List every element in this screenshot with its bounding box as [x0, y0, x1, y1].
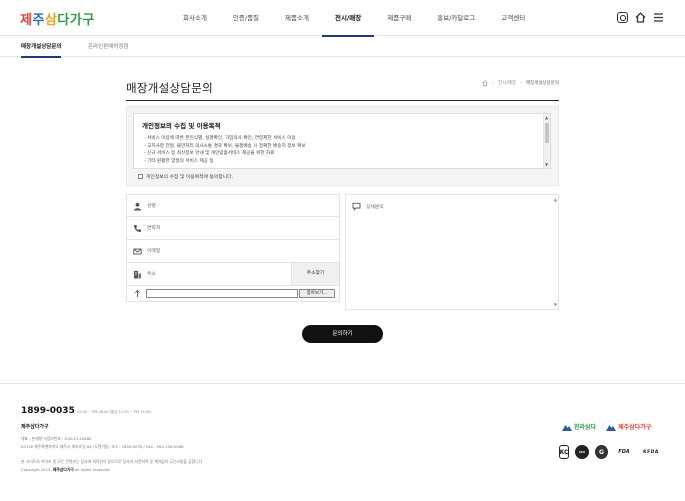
sub-nav: 매장개설상담문의 온라인판매처정점	[0, 37, 685, 58]
file-field: 찾아보기...	[126, 286, 340, 302]
halla-samda-logo[interactable]: 한라삼다	[562, 422, 596, 431]
detail-inquiry-textarea[interactable]: 상세문의 ▲ ▼	[345, 194, 559, 310]
copyright-prefix: Copyright 2015.	[21, 467, 52, 472]
scroll-up-icon[interactable]: ▲	[554, 197, 557, 202]
email-icon	[133, 248, 142, 255]
upload-icon	[134, 289, 141, 297]
g-cert-icon: G	[595, 445, 608, 459]
submit-inquiry-button[interactable]: 문의하기	[302, 325, 383, 343]
privacy-agree-checkbox[interactable]	[138, 174, 143, 179]
site-header: 제주삼다가구 회사소개 인증/품질 제품소개 전시/매장 제품구매 홍보/카달로…	[0, 0, 685, 37]
logo-letter: 삼	[44, 13, 58, 28]
mountain-icon	[562, 424, 572, 431]
logo-letter: 구	[82, 13, 95, 28]
scroll-up-icon[interactable]: ▲	[545, 115, 548, 120]
browse-file-button[interactable]: 찾아보기...	[299, 289, 335, 298]
building-icon	[134, 271, 141, 279]
nav-item-catalog[interactable]: 홍보/카달로그	[424, 0, 488, 36]
file-path-input[interactable]	[146, 289, 298, 298]
subnav-item-online-stores[interactable]: 온라인판매처정점	[88, 37, 128, 57]
kc-cert-icon: KC	[559, 445, 569, 459]
footer-info-line: 본 사이트의 이미지 및 모든 콘텐츠는 당사에 저작권이 있으므로 당사의 사…	[21, 459, 204, 464]
copyright-suffix: all rights reserved.	[75, 467, 111, 472]
certification-marks: KC ISO G FDA KFDA	[559, 445, 662, 459]
privacy-line: - 신규 서비스 등 최신정보 안내 및 개인맞춤서비스 제공을 위한 자료	[144, 151, 275, 157]
privacy-heading: 개인정보의 수집 및 이용목적	[142, 122, 221, 130]
email-field[interactable]: 이메일	[126, 240, 340, 263]
footer-tel: 1899-0035	[21, 406, 75, 416]
scroll-down-icon[interactable]: ▼	[554, 302, 557, 307]
nav-item-company[interactable]: 회사소개	[170, 0, 220, 36]
footer-company: 제주삼다가구	[21, 424, 49, 430]
footer-copyright: Copyright 2015. 제주삼다가구 all rights reserv…	[21, 467, 111, 473]
person-icon	[134, 202, 141, 211]
header-icons	[617, 12, 664, 23]
privacy-agree-label: 개인정보의 수집 및 이용목적에 동의합니다.	[146, 175, 234, 180]
page-title: 매장개설상담문의	[126, 81, 214, 95]
brand-logo[interactable]: 제주삼다가구	[20, 9, 95, 28]
title-divider	[126, 100, 559, 101]
subnav-item-store-inquiry[interactable]: 매장개설상담문의	[21, 37, 62, 58]
address-label: 주소	[147, 272, 156, 277]
nav-item-support[interactable]: 고객센터	[488, 0, 538, 36]
nav-item-exhibition[interactable]: 전시/매장	[321, 0, 375, 37]
mountain-icon	[606, 424, 617, 431]
find-address-button[interactable]: 주소찾기	[291, 263, 339, 285]
instagram-icon[interactable]	[617, 12, 628, 23]
privacy-text-area[interactable]: 개인정보의 수집 및 이용목적 - 서비스 이용에 따른 본인식별, 실명확인,…	[133, 113, 551, 169]
breadcrumb: › 전시/매장 › 매장개설상담문의	[482, 80, 559, 86]
privacy-line: - 고지사항 전달, 불만처리 의사소통 경로 확보, 물품배송 시 정확한 배…	[144, 143, 306, 149]
privacy-agree[interactable]: 개인정보의 수집 및 이용목적에 동의합니다.	[138, 173, 233, 180]
privacy-scrollbar[interactable]: ▲ ▼	[543, 114, 550, 168]
name-label: 성명	[147, 204, 156, 209]
email-label: 이메일	[147, 249, 161, 254]
comment-icon	[352, 202, 361, 211]
kfda-cert-icon: KFDA	[643, 449, 659, 455]
privacy-line: - 서비스 이용에 따른 본인식별, 실명확인, 가입의사 확인, 연령제한 서…	[144, 136, 296, 141]
logo-letter: 제	[20, 13, 33, 28]
privacy-box: 개인정보의 수집 및 이용목적 - 서비스 이용에 따른 본인식별, 실명확인,…	[126, 106, 559, 186]
footer-info-line: 대표 : 손재형 사업자번호 : 616-23-42680	[21, 436, 92, 441]
footer-hours: 09:30 ~ PM 06:00 (점심 12:00 ~ PM 13:00)	[77, 410, 152, 414]
phone-field[interactable]: 연락처	[126, 217, 340, 240]
address-field[interactable]: 주소 주소찾기	[126, 263, 340, 286]
footer-divider	[0, 383, 685, 384]
nav-item-certification[interactable]: 인증/품질	[220, 0, 272, 36]
nav-item-products[interactable]: 제품소개	[272, 0, 322, 36]
fda-cert-icon: FDA	[618, 449, 630, 455]
menu-icon[interactable]	[653, 12, 664, 23]
iso-cert-icon: ISO	[575, 445, 589, 459]
breadcrumb-separator: ›	[492, 80, 494, 86]
phone-label: 연락처	[147, 226, 161, 231]
name-field[interactable]: 성명	[126, 194, 340, 217]
breadcrumb-separator: ›	[520, 80, 522, 86]
logo-letter: 다	[57, 13, 70, 28]
privacy-line: - 기타 원활한 양질의 서비스 제공 등	[144, 158, 214, 164]
phone-icon	[133, 225, 141, 233]
logo-letter: 주	[32, 13, 45, 28]
home-icon[interactable]	[482, 80, 488, 86]
jeju-samda-logo[interactable]: 제주삼다가구	[606, 422, 651, 431]
breadcrumb-current: 매장개설상담문의	[525, 81, 559, 86]
scrollbar-thumb[interactable]	[545, 123, 549, 143]
halla-samda-text: 한라삼다	[574, 424, 597, 431]
footer-info-line: 63136 제주특별자치도 제주시 애조로길 86 (도련이동) TEL : 1…	[21, 444, 184, 449]
logo-letter: 가	[69, 13, 83, 28]
scroll-down-icon[interactable]: ▼	[545, 162, 548, 167]
home-icon[interactable]	[635, 12, 646, 23]
main-nav: 회사소개 인증/품질 제품소개 전시/매장 제품구매 홍보/카달로그 고객센터	[170, 0, 538, 37]
nav-item-purchase[interactable]: 제품구매	[374, 0, 424, 36]
jeju-samda-text: 제주삼다가구	[618, 424, 652, 431]
breadcrumb-item[interactable]: 전시/매장	[498, 80, 516, 86]
inquiry-form: 성명 연락처 이메일 주소 주소찾기 찾아보기...	[126, 194, 340, 302]
detail-label: 상세문의	[366, 205, 384, 210]
footer-brand-logos: 한라삼다 제주삼다가구	[562, 422, 651, 431]
copyright-brand: 제주삼다가구	[52, 467, 74, 472]
